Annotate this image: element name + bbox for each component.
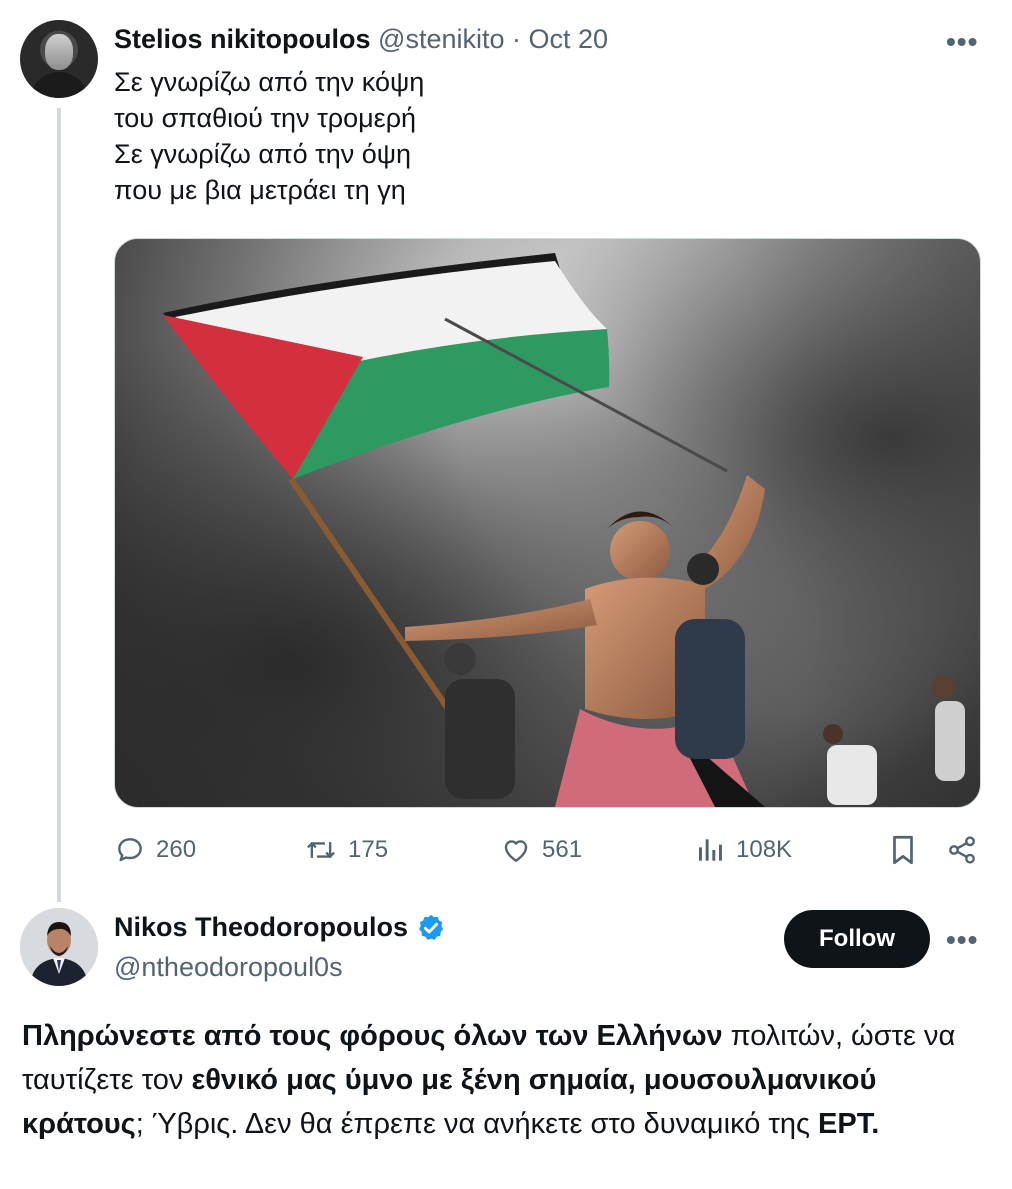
flag-photo-illustration <box>115 239 980 807</box>
repost-icon <box>307 841 335 859</box>
views-icon <box>699 839 722 861</box>
bookmark-button[interactable] <box>888 830 918 870</box>
reply-text: Πληρώνεστε από τους φόρους όλων των Ελλή… <box>22 1014 992 1146</box>
repost-count: 175 <box>348 836 389 863</box>
tweet-text: Σε γνωρίζω από την κόψη του σπαθιού την … <box>114 64 424 208</box>
reply-more-options-icon[interactable]: ••• <box>946 924 978 956</box>
tweet-date[interactable]: Oct 20 <box>529 24 609 54</box>
reply-count: 260 <box>156 836 197 863</box>
tweet-line: Σε γνωρίζω από την κόψη <box>114 67 425 97</box>
reply-author-avatar[interactable] <box>20 908 98 986</box>
reply-author-handle[interactable]: @ntheodoropoul0s <box>114 952 343 983</box>
reply-author-row: Nikos Theodoropoulos <box>114 912 446 943</box>
repost-button[interactable]: 175 <box>304 830 388 870</box>
tweet-header: Stelios nikitopoulos @stenikito · Oct 20 <box>114 24 608 55</box>
tweet-photo[interactable] <box>114 238 981 808</box>
reply-icon <box>118 838 142 862</box>
author-avatar[interactable] <box>20 20 98 98</box>
tweet-line: που με βια μετράει τη γη <box>114 175 406 205</box>
reply-text-bold-1: Πληρώνεστε από τους φόρους όλων των Ελλή… <box>22 1020 723 1052</box>
share-icon <box>949 836 975 864</box>
tweet-line: του σπαθιού την τρομερή <box>114 103 417 133</box>
reply-text-normal-2: ; Ύβρις. Δεν θα έπρεπε να ανήκετε στο δυ… <box>135 1108 819 1140</box>
reply-button[interactable]: 260 <box>114 830 196 870</box>
share-button[interactable] <box>946 830 978 870</box>
heart-icon <box>504 840 528 862</box>
author-handle[interactable]: @stenikito <box>378 24 504 54</box>
tweet-actions: 260 175 561 108K <box>0 830 1012 870</box>
reply-text-bold-3: ΕΡΤ. <box>818 1108 880 1140</box>
author-name[interactable]: Stelios nikitopoulos <box>114 24 371 54</box>
verified-badge-icon[interactable] <box>416 913 446 943</box>
avatar-portrait <box>20 908 98 986</box>
views-count: 108K <box>736 836 793 863</box>
bookmark-icon <box>893 835 913 865</box>
header-separator: · <box>512 24 522 54</box>
views-button[interactable]: 108K <box>696 830 792 870</box>
tweet-line: Σε γνωρίζω από την όψη <box>114 139 412 169</box>
thread-connector <box>57 108 61 902</box>
like-button[interactable]: 561 <box>500 830 582 870</box>
follow-button[interactable]: Follow <box>784 910 930 968</box>
reply-author-name[interactable]: Nikos Theodoropoulos <box>114 912 408 943</box>
more-options-icon[interactable]: ••• <box>946 26 978 58</box>
like-count: 561 <box>542 836 583 863</box>
